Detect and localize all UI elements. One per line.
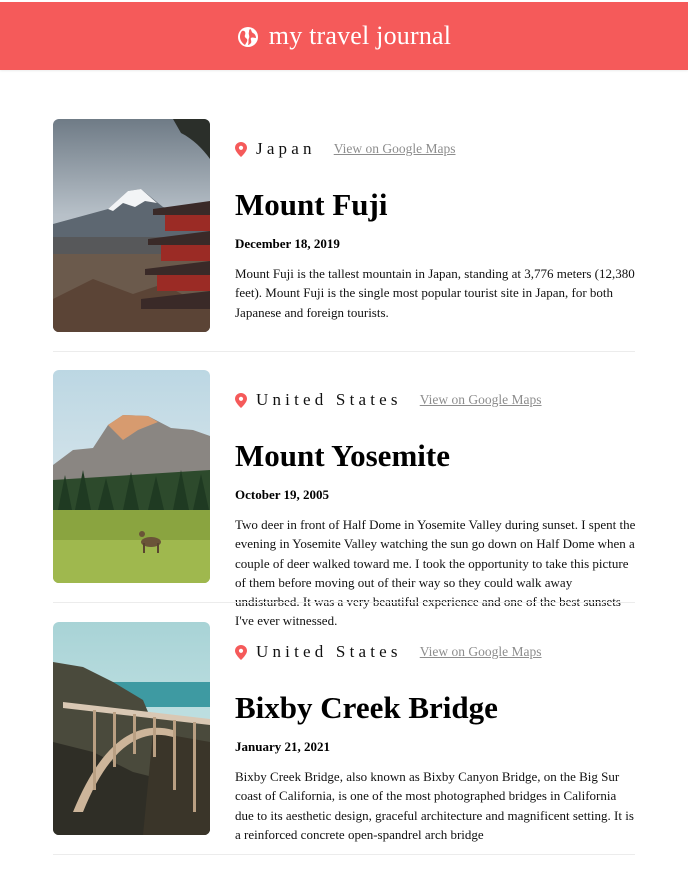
entry-title: Mount Fuji <box>235 187 388 222</box>
entry-location: United States <box>256 642 402 661</box>
entry-date: December 18, 2019 <box>235 236 340 251</box>
view-on-google-maps-link[interactable]: View on Google Maps <box>334 141 456 157</box>
view-on-google-maps-link[interactable]: View on Google Maps <box>420 392 542 408</box>
entry-photo-mount-yosemite <box>53 370 210 583</box>
app-title: my travel journal <box>268 21 452 50</box>
entry-description: Two deer in front of Half Dome in Yosemi… <box>235 517 636 629</box>
journal-entry: United States View on Google Maps Bixby … <box>53 622 635 855</box>
entry-title: Mount Yosemite <box>235 438 450 473</box>
entry-divider <box>53 351 635 352</box>
entry-divider <box>53 602 635 603</box>
entry-title: Bixby Creek Bridge <box>235 690 498 725</box>
entry-photo-mount-fuji <box>53 119 210 332</box>
entry-description: Mount Fuji is the tallest mountain in Ja… <box>235 266 635 320</box>
location-pin-icon <box>235 644 247 660</box>
journal-entry: United States View on Google Maps Mount … <box>53 370 635 628</box>
entry-description: Bixby Creek Bridge, also known as Bixby … <box>235 769 634 842</box>
view-on-google-maps-link[interactable]: View on Google Maps <box>420 644 542 660</box>
entry-location: Japan <box>256 139 316 158</box>
globe-icon <box>237 26 259 48</box>
entry-date: October 19, 2005 <box>235 487 329 502</box>
entry-divider <box>53 854 635 855</box>
entry-date: January 21, 2021 <box>235 739 330 754</box>
location-pin-icon <box>235 141 247 157</box>
entry-photo-bixby-creek-bridge <box>53 622 210 835</box>
journal-entry: Japan View on Google Maps Mount Fuji Dec… <box>53 119 635 352</box>
entry-location: United States <box>256 390 402 409</box>
location-pin-icon <box>235 392 247 408</box>
app-header: my travel journal <box>0 2 688 70</box>
